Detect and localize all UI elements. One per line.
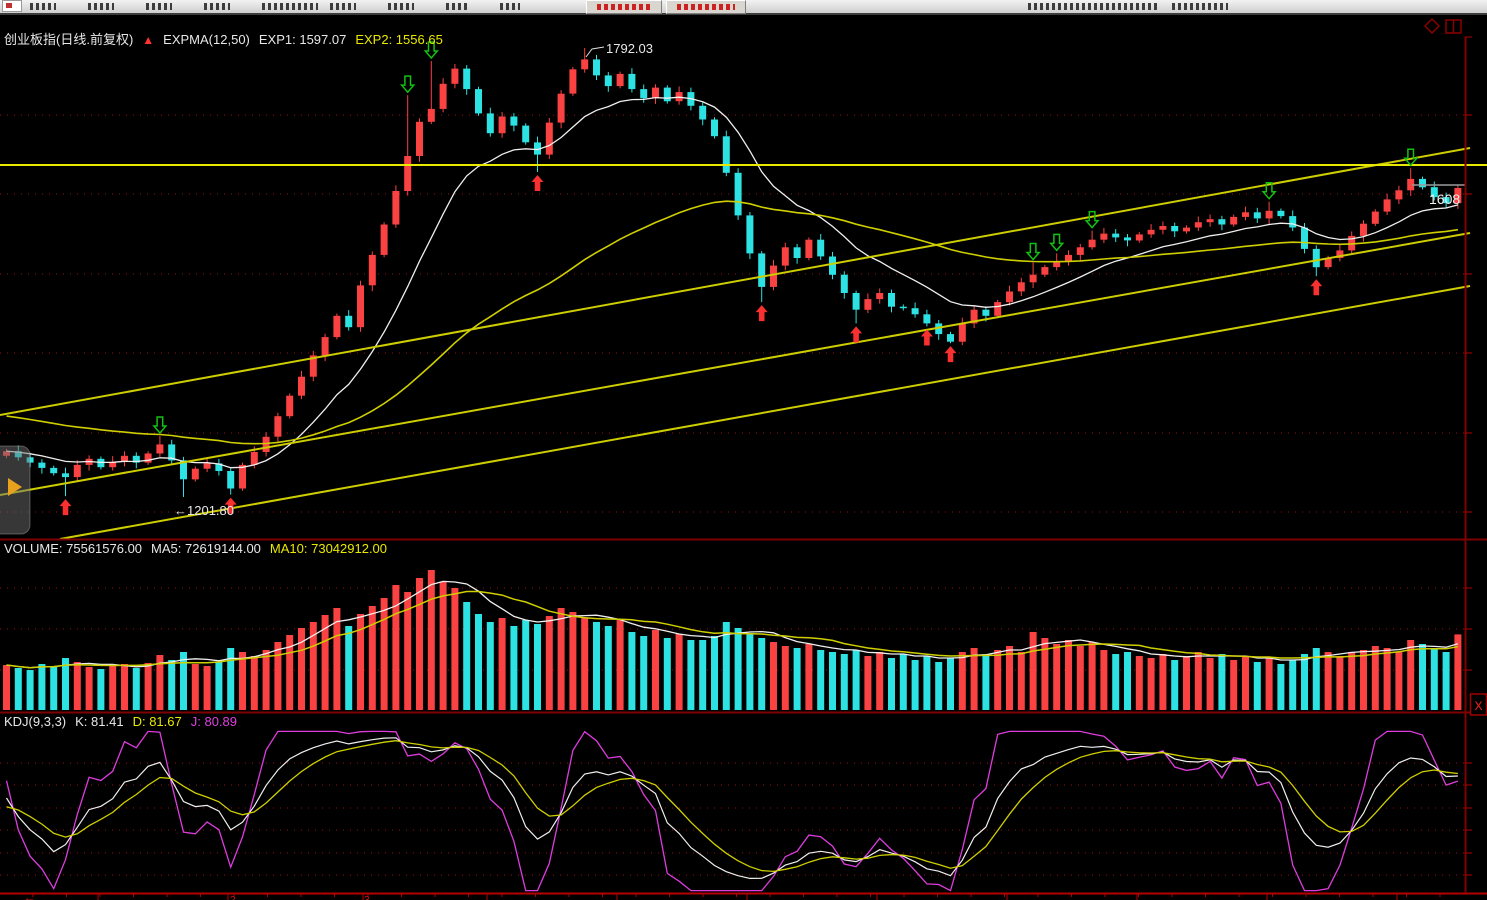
exp1-value: EXP1: 1597.07 bbox=[259, 32, 346, 47]
trading-app-window: X 创业板指(日线.前复权) ▲ EXPMA(12,50) EXP1: 1597.07… bbox=[0, 0, 1487, 900]
kdj-header: KDJ(9,3,3) K: 81.41 D: 81.67 J: 80.89 bbox=[4, 714, 246, 729]
main-chart-header: 创业板指(日线.前复权) ▲ EXPMA(12,50) EXP1: 1597.07 EX… bbox=[4, 29, 452, 48]
volume-ma10-value: MA10: 73042912.00 bbox=[270, 541, 387, 556]
x-axis-tick-label: 2 bbox=[230, 895, 236, 900]
expma-up-arrow-icon: ▲ bbox=[142, 33, 154, 47]
volume-ma5-value: MA5: 72619144.00 bbox=[151, 541, 261, 556]
kdj-j-value: J: 80.89 bbox=[191, 714, 237, 729]
symbol-title: 创业板指(日线.前复权) bbox=[4, 32, 133, 47]
kdj-k-value: K: 81.41 bbox=[75, 714, 123, 729]
chart-canvas: X bbox=[0, 0, 1487, 900]
x-axis-year-label: 2018年 bbox=[2, 895, 34, 900]
last-price-label: 1608 bbox=[1429, 191, 1460, 207]
volume-value: VOLUME: 75561576.00 bbox=[4, 541, 142, 556]
indicator-name: EXPMA(12,50) bbox=[163, 32, 250, 47]
kdj-title: KDJ(9,3,3) bbox=[4, 714, 66, 729]
volume-header: VOLUME: 75561576.00 MA5: 72619144.00 MA10:… bbox=[4, 541, 396, 556]
pane-close-x: X bbox=[1474, 699, 1482, 713]
pane-close-button[interactable]: X bbox=[1471, 694, 1487, 715]
volume-pane[interactable] bbox=[0, 540, 1465, 712]
main-pane[interactable] bbox=[0, 17, 1465, 539]
trough-price-label: ←1201.80 bbox=[174, 503, 234, 518]
peak-price-label: 1792.03 bbox=[606, 41, 653, 56]
exp2-value: EXP2: 1556.65 bbox=[355, 32, 442, 47]
kdj-d-value: D: 81.67 bbox=[133, 714, 182, 729]
kdj-pane[interactable] bbox=[0, 713, 1465, 893]
x-axis-labels: 2018年 2 3 bbox=[0, 894, 1487, 900]
x-axis-tick-label: 3 bbox=[364, 895, 370, 900]
